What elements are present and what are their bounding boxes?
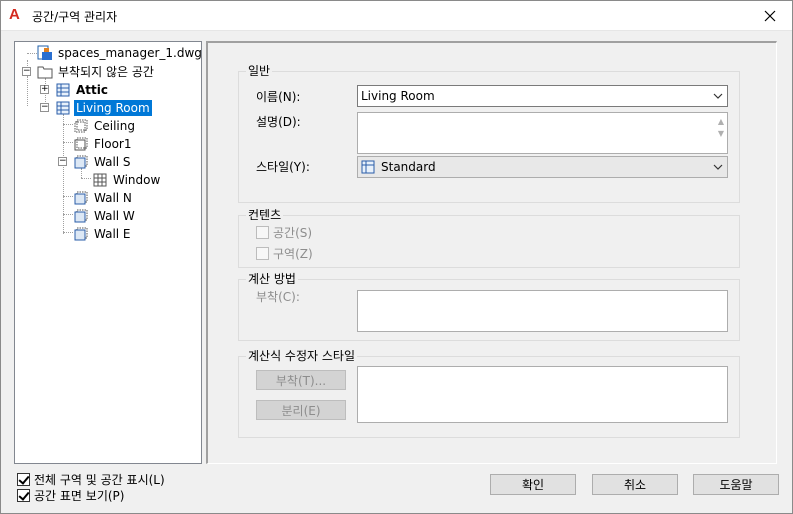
tree-item-label: 부착되지 않은 공간 [58,64,154,79]
modifier-group-label: 계산식 수정자 스타일 [246,349,357,363]
detach-modifier-label: 분리(E) [281,403,321,418]
tree-item-wall-e[interactable]: Wall E [73,225,133,242]
calculation-list[interactable] [357,290,728,332]
contents-group-label: 컨텐츠 [246,208,284,222]
general-group-label: 일반 [246,64,273,78]
zones-label: 구역(Z) [273,247,313,261]
tree-item-label: Attic [76,82,108,97]
space-surface-icon [73,226,89,242]
zone-icon [55,100,71,116]
folder-icon [37,64,53,80]
window-title: 공간/구역 관리자 [32,10,118,24]
show-all-row[interactable]: 전체 구역 및 공간 표시(L) [17,471,165,488]
name-label: 이름(N): [256,90,301,104]
zones-checkbox-row[interactable]: 구역(Z) [256,245,313,262]
name-value: Living Room [361,89,435,103]
tree-item-window[interactable]: Window [92,171,162,188]
tree-item-wall-s[interactable]: Wall S [73,153,133,170]
scroll-arrows-icon: ▲ ▼ [717,117,724,138]
name-combo[interactable]: Living Room [357,85,728,107]
collapse-toggle[interactable]: − [40,103,49,112]
chevron-down-icon [713,164,723,170]
cancel-label: 취소 [623,478,647,492]
tree-item-attic[interactable]: Attic [55,81,110,98]
expand-toggle[interactable]: + [40,85,49,94]
contents-group [238,215,740,268]
space-surface-icon [73,208,89,224]
tree-item-label: Wall E [94,226,131,241]
tree-item-unattached[interactable]: 부착되지 않은 공간 [37,63,156,80]
show-surfaces-checkbox[interactable] [17,489,30,502]
title-bar: A 공간/구역 관리자 [0,0,793,31]
attach-modifier-button[interactable]: 부착(T)... [256,370,346,390]
detach-modifier-button[interactable]: 분리(E) [256,400,346,420]
collapse-toggle[interactable]: − [22,67,31,76]
tree-item-label: Living Room [74,99,152,116]
tree-item-ceiling[interactable]: Ceiling [73,117,137,134]
tree-item-label: spaces_manager_1.dwg [58,45,202,60]
space-surface-icon [73,118,89,134]
tree-item-label: Ceiling [94,118,135,133]
calculation-group-label: 계산 방법 [246,272,298,286]
properties-panel: 일반 이름(N): Living Room 설명(D): ▲ ▼ 스타일(Y): … [206,41,777,464]
ok-label: 확인 [521,478,545,492]
modifier-list[interactable] [357,366,728,423]
close-button[interactable] [747,0,793,31]
chevron-down-icon [713,93,723,99]
space-surface-icon [73,190,89,206]
tree-item-label: Floor1 [94,136,132,151]
help-label: 도움말 [719,478,753,492]
help-button[interactable]: 도움말 [693,474,779,495]
show-surfaces-row[interactable]: 공간 표면 보기(P) [17,487,124,504]
autocad-a-icon: A [9,6,20,23]
tree-item-floor1[interactable]: Floor1 [73,135,134,152]
style-label: 스타일(Y): [256,160,310,174]
tree-item-label: Wall S [94,154,131,169]
show-all-label: 전체 구역 및 공간 표시(L) [34,473,165,487]
attach-calc-label: 부착(C): [256,290,300,304]
tree-item-label: Window [113,172,161,187]
spaces-label: 공간(S) [273,226,313,240]
space-zone-tree[interactable]: spaces_manager_1.dwg − 부착되지 않은 공간 + Atti… [14,41,202,464]
show-all-checkbox[interactable] [17,473,30,486]
tree-item-wall-w[interactable]: Wall W [73,207,137,224]
show-surfaces-label: 공간 표면 보기(P) [34,489,125,503]
description-input[interactable]: ▲ ▼ [357,112,728,154]
tree-item-label: Wall W [94,208,135,223]
attach-modifier-label: 부착(T)... [275,373,327,388]
spaces-checkbox-row[interactable]: 공간(S) [256,224,312,241]
style-value: Standard [381,160,436,174]
close-icon [764,10,776,21]
zone-icon [55,82,71,98]
zones-checkbox[interactable] [256,247,269,260]
space-surface-icon [73,136,89,152]
collapse-toggle[interactable]: − [58,157,67,166]
style-combo[interactable]: Standard [357,156,728,178]
tree-item-label: Wall N [94,190,132,205]
tree-item-living-room[interactable]: Living Room [55,99,152,116]
tree-item-wall-n[interactable]: Wall N [73,189,134,206]
ok-button[interactable]: 확인 [490,474,576,495]
style-icon [361,160,375,174]
description-label: 설명(D): [256,115,301,129]
drawing-file-icon [37,45,53,61]
cancel-button[interactable]: 취소 [592,474,678,495]
opening-icon [92,172,108,188]
tree-item-drawing[interactable]: spaces_manager_1.dwg [37,44,204,61]
space-surface-icon [73,154,89,170]
spaces-checkbox[interactable] [256,226,269,239]
